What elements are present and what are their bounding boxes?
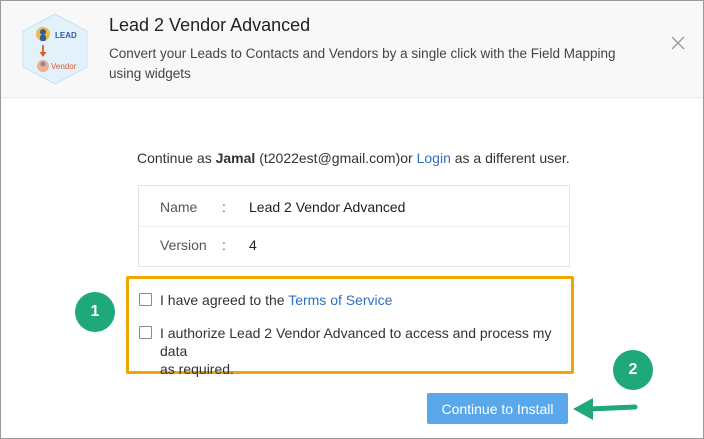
continue-as-text: Continue as Jamal (t2022est@gmail.com)or… (137, 150, 570, 166)
authorize-consent-row[interactable]: I authorize Lead 2 Vendor Advanced to ac… (139, 324, 564, 377)
detail-value: Lead 2 Vendor Advanced (249, 199, 406, 215)
close-icon[interactable] (669, 34, 687, 52)
detail-row-name: Name : Lead 2 Vendor Advanced (139, 186, 569, 224)
detail-key: Version (160, 237, 207, 253)
authorize-line-2: as required. (160, 361, 234, 377)
consent-highlight-box: I have agreed to the Terms of Service I … (126, 276, 574, 377)
app-details-table: Name : Lead 2 Vendor Advanced Version : … (138, 185, 570, 267)
step-2-badge: 2 (613, 350, 653, 390)
login-link[interactable]: Login (417, 150, 451, 166)
app-description: Convert your Leads to Contacts and Vendo… (109, 46, 616, 81)
user-name: Jamal (215, 150, 256, 166)
svg-text:LEAD: LEAD (55, 31, 77, 40)
detail-separator: : (222, 237, 226, 253)
user-email: (t2022est@gmail.com)or (255, 150, 417, 166)
step-1-badge: 1 (75, 292, 115, 332)
continue-suffix: as a different user. (450, 150, 570, 166)
detail-separator: : (222, 199, 226, 215)
authorize-line-1: I authorize Lead 2 Vendor Advanced to ac… (160, 325, 552, 359)
app-logo-icon: LEAD Vendor (22, 13, 88, 85)
svg-text:Vendor: Vendor (51, 62, 77, 71)
authorize-label: I authorize Lead 2 Vendor Advanced to ac… (160, 324, 564, 378)
continue-prefix: Continue as (137, 150, 216, 166)
terms-of-service-link[interactable]: Terms of Service (288, 292, 392, 308)
detail-key: Name (160, 199, 198, 215)
app-title: Lead 2 Vendor Advanced (109, 15, 311, 35)
detail-value: 4 (249, 237, 257, 253)
detail-row-version: Version : 4 (139, 224, 569, 262)
install-dialog: LEAD Vendor Lead 2 Vendor Advanced Conve… (0, 0, 704, 439)
authorize-checkbox[interactable] (139, 326, 152, 339)
dialog-header: LEAD Vendor Lead 2 Vendor Advanced Conve… (1, 1, 703, 98)
terms-prefix: I have agreed to the (160, 292, 289, 308)
terms-label: I have agreed to the Terms of Service (160, 291, 392, 309)
pointer-arrow-icon (573, 398, 638, 420)
continue-to-install-button[interactable]: Continue to Install (427, 393, 568, 424)
terms-checkbox[interactable] (139, 293, 152, 306)
